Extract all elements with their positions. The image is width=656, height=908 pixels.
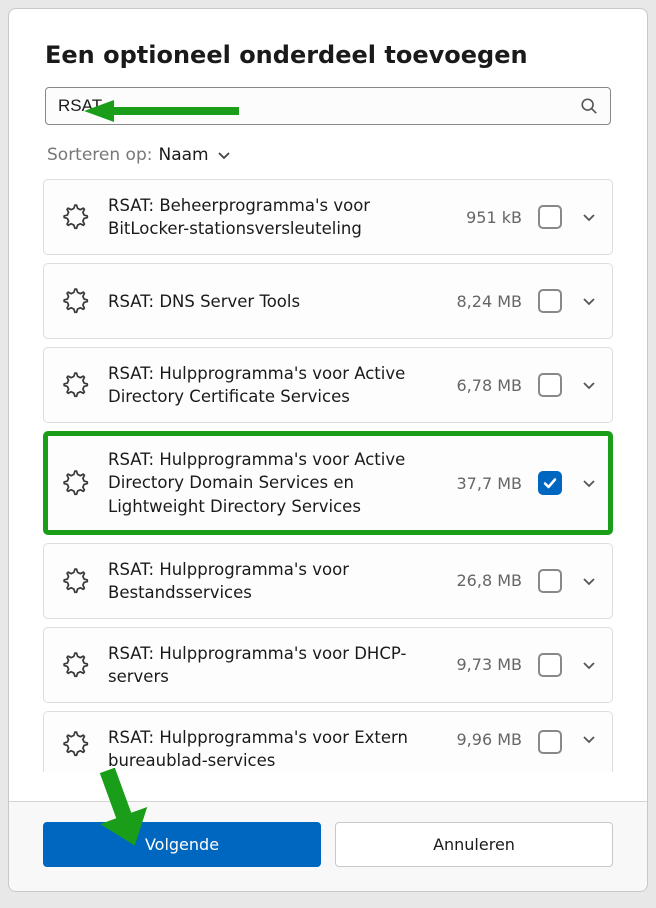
chevron-down-icon[interactable]: [580, 656, 598, 674]
next-button[interactable]: Volgende: [43, 822, 321, 867]
search-box[interactable]: [45, 87, 611, 125]
feature-item[interactable]: RSAT: DNS Server Tools8,24 MB: [43, 263, 613, 339]
chevron-down-icon[interactable]: [580, 376, 598, 394]
sort-label: Sorteren op:: [47, 145, 152, 165]
puzzle-icon: [62, 203, 90, 231]
feature-size: 951 kB: [454, 208, 522, 227]
feature-item[interactable]: RSAT: Hulpprogramma's voor Extern bureau…: [43, 711, 613, 772]
chevron-down-icon[interactable]: [580, 474, 598, 492]
feature-checkbox[interactable]: [538, 205, 562, 229]
feature-size: 37,7 MB: [454, 474, 522, 493]
search-container: [9, 87, 647, 135]
feature-checkbox[interactable]: [538, 289, 562, 313]
feature-name: RSAT: Hulpprogramma's voor DHCP-servers: [108, 642, 454, 688]
chevron-down-icon[interactable]: [580, 292, 598, 310]
feature-size: 26,8 MB: [454, 571, 522, 590]
sort-value: Naam: [158, 145, 208, 165]
feature-size: 8,24 MB: [454, 292, 522, 311]
search-input[interactable]: [58, 96, 580, 116]
puzzle-icon: [62, 469, 90, 497]
puzzle-icon: [62, 287, 90, 315]
feature-checkbox[interactable]: [538, 653, 562, 677]
chevron-down-icon[interactable]: [580, 730, 598, 748]
feature-name: RSAT: DNS Server Tools: [108, 290, 454, 313]
puzzle-icon: [62, 651, 90, 679]
puzzle-icon: [62, 371, 90, 399]
feature-size: 9,73 MB: [454, 655, 522, 674]
feature-size: 9,96 MB: [454, 730, 522, 749]
chevron-down-icon: [217, 148, 231, 162]
feature-item[interactable]: RSAT: Hulpprogramma's voor Active Direct…: [43, 431, 613, 534]
chevron-down-icon[interactable]: [580, 572, 598, 590]
add-optional-feature-dialog: Een optioneel onderdeel toevoegen Sorter…: [8, 8, 648, 892]
puzzle-icon: [62, 730, 90, 758]
chevron-down-icon[interactable]: [580, 208, 598, 226]
feature-checkbox[interactable]: [538, 730, 562, 754]
feature-item[interactable]: RSAT: Hulpprogramma's voor Active Direct…: [43, 347, 613, 423]
puzzle-icon: [62, 567, 90, 595]
feature-list: RSAT: Beheerprogramma's voor BitLocker-s…: [9, 179, 647, 801]
feature-name: RSAT: Hulpprogramma's voor Extern bureau…: [108, 726, 454, 772]
feature-checkbox[interactable]: [538, 569, 562, 593]
feature-name: RSAT: Hulpprogramma's voor Bestandsservi…: [108, 558, 454, 604]
feature-item[interactable]: RSAT: Hulpprogramma's voor DHCP-servers9…: [43, 627, 613, 703]
sort-dropdown[interactable]: Sorteren op: Naam: [9, 135, 647, 179]
dialog-footer: Volgende Annuleren: [9, 801, 647, 891]
feature-name: RSAT: Hulpprogramma's voor Active Direct…: [108, 448, 454, 517]
search-icon: [580, 97, 598, 115]
feature-name: RSAT: Beheerprogramma's voor BitLocker-s…: [108, 194, 454, 240]
feature-item[interactable]: RSAT: Beheerprogramma's voor BitLocker-s…: [43, 179, 613, 255]
feature-size: 6,78 MB: [454, 376, 522, 395]
feature-checkbox[interactable]: [538, 373, 562, 397]
cancel-button[interactable]: Annuleren: [335, 822, 613, 867]
dialog-title: Een optioneel onderdeel toevoegen: [9, 9, 647, 87]
feature-name: RSAT: Hulpprogramma's voor Active Direct…: [108, 362, 454, 408]
feature-checkbox[interactable]: [538, 471, 562, 495]
feature-item[interactable]: RSAT: Hulpprogramma's voor Bestandsservi…: [43, 543, 613, 619]
